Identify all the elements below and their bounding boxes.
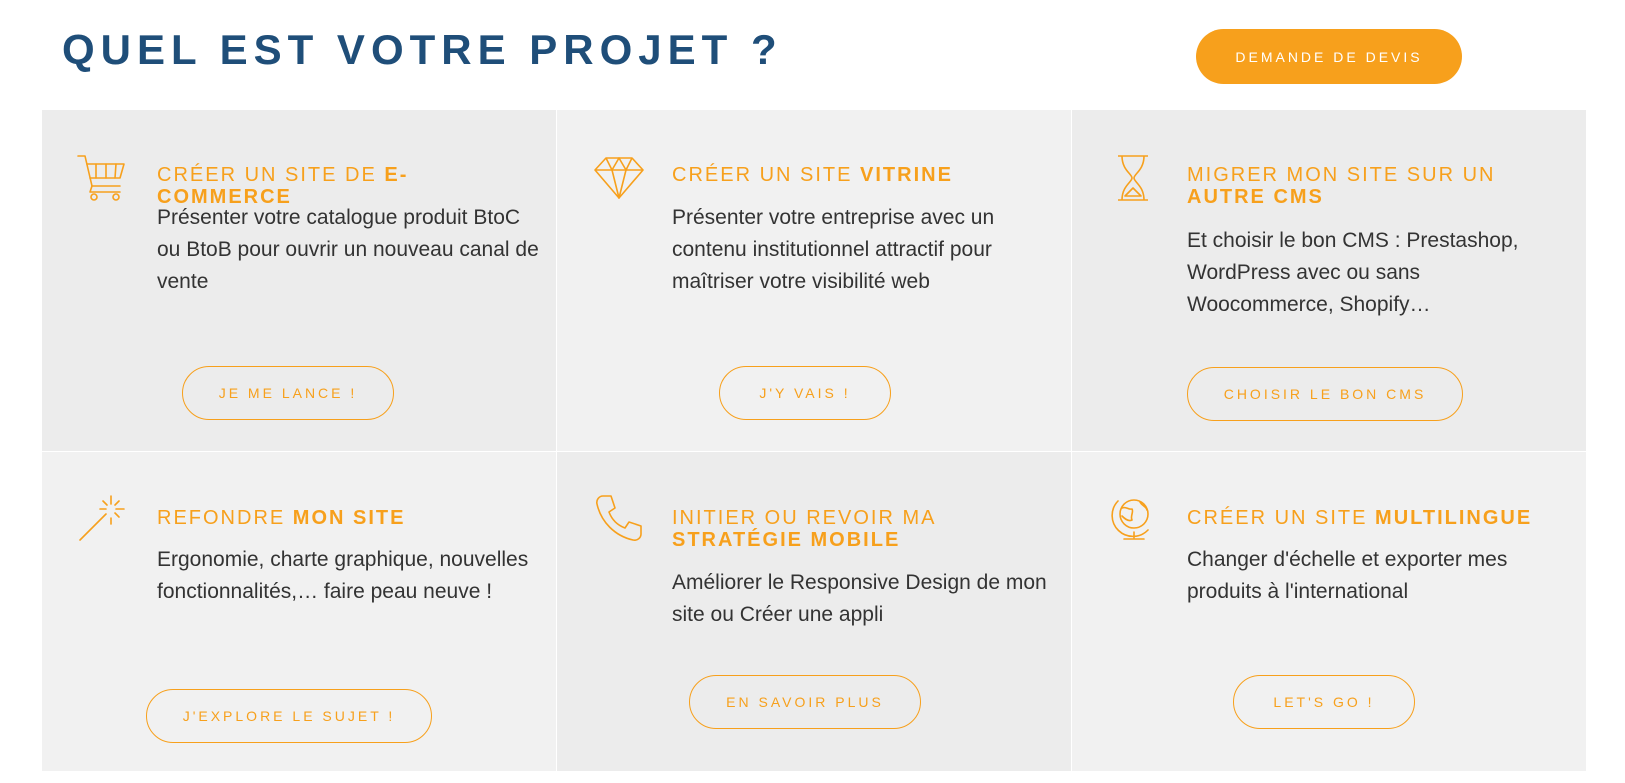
phone-icon xyxy=(593,492,645,544)
card-title: MIGRER MON SITE SUR UN AUTRE CMS xyxy=(1187,164,1496,208)
start-ecommerce-button[interactable]: JE ME LANCE ! xyxy=(182,366,394,420)
project-grid: CRÉER UN SITE DE E-COMMERCE Présenter vo… xyxy=(42,110,1586,771)
card-title: CRÉER UN SITE VITRINE xyxy=(672,164,953,186)
page-title: QUEL EST VOTRE PROJET ? xyxy=(62,26,783,73)
diamond-icon xyxy=(593,152,645,204)
shopping-cart-icon xyxy=(76,152,128,204)
card-cms-migration: MIGRER MON SITE SUR UN AUTRE CMS Et choi… xyxy=(1072,110,1586,451)
card-description: Changer d'échelle et exporter mes produi… xyxy=(1187,548,1508,603)
globe-icon xyxy=(1110,492,1162,544)
card-title: REFONDRE MON SITE xyxy=(157,507,406,529)
learn-more-mobile-button[interactable]: EN SAVOIR PLUS xyxy=(689,675,921,729)
lets-go-multilingual-button[interactable]: LET'S GO ! xyxy=(1233,675,1415,729)
card-description: Et choisir le bon CMS : Prestashop, Word… xyxy=(1187,229,1519,316)
header: QUEL EST VOTRE PROJET ? DEMANDE DE DEVIS xyxy=(0,0,1625,110)
card-description: Améliorer le Responsive Design de mon si… xyxy=(672,571,1047,626)
card-vitrine: CRÉER UN SITE VITRINE Présenter votre en… xyxy=(557,110,1071,451)
card-ecommerce: CRÉER UN SITE DE E-COMMERCE Présenter vo… xyxy=(42,110,556,451)
explore-redesign-button[interactable]: J'EXPLORE LE SUJET ! xyxy=(146,689,432,743)
magic-wand-icon xyxy=(76,492,128,544)
card-description: Ergonomie, charte graphique, nouvelles f… xyxy=(157,548,529,603)
quote-request-button[interactable]: DEMANDE DE DEVIS xyxy=(1196,29,1462,84)
card-mobile-strategy: INITIER OU REVOIR MA STRATÉGIE MOBILE Am… xyxy=(557,452,1071,771)
card-title: CRÉER UN SITE MULTILINGUE xyxy=(1187,507,1533,529)
card-title: INITIER OU REVOIR MA STRATÉGIE MOBILE xyxy=(672,507,936,551)
card-description: Présenter votre entreprise avec un conte… xyxy=(672,206,995,293)
card-redesign: REFONDRE MON SITE Ergonomie, charte grap… xyxy=(42,452,556,771)
hourglass-icon xyxy=(1110,152,1162,204)
card-multilingual: CRÉER UN SITE MULTILINGUE Changer d'éche… xyxy=(1072,452,1586,771)
go-vitrine-button[interactable]: J'Y VAIS ! xyxy=(719,366,891,420)
card-description: Présenter votre catalogue produit BtoC o… xyxy=(157,206,539,293)
choose-cms-button[interactable]: CHOISIR LE BON CMS xyxy=(1187,367,1463,421)
